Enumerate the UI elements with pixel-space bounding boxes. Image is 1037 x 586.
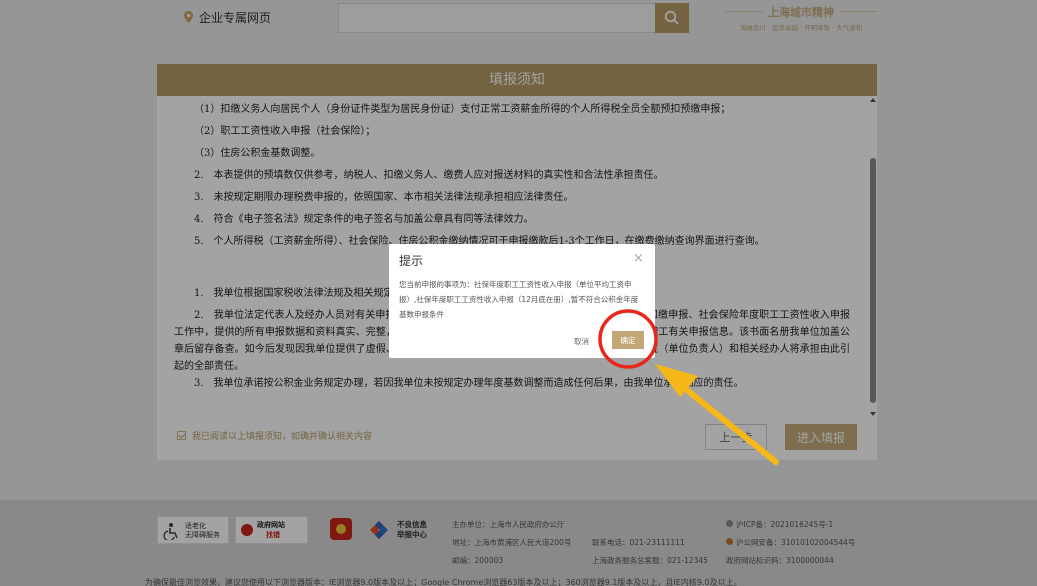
dialog-message: 您当前申报的事项为：社保年度职工工资性收入申报（单位平均工资申报）,社保年度职工…: [399, 280, 639, 319]
close-icon[interactable]: ×: [633, 252, 644, 265]
confirm-button[interactable]: 确定: [612, 331, 644, 349]
cancel-button[interactable]: 取消: [567, 332, 596, 350]
dialog-title: 提示: [399, 254, 424, 268]
